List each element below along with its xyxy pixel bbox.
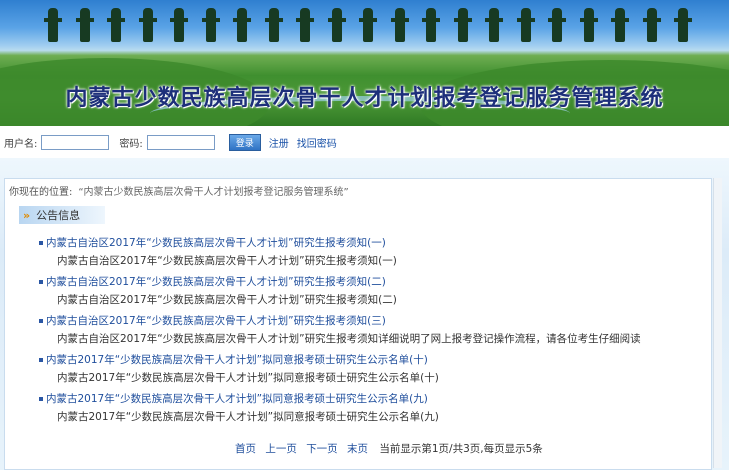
notice-summary: 内蒙古自治区2017年“少数民族高层次骨干人才计划”研究生报考须知详细说明了网上… (57, 333, 641, 345)
notice-summary: 内蒙古2017年“少数民族高层次骨干人才计划”拟同意报考硕士研究生公示名单(十) (57, 372, 439, 384)
prev-page-link[interactable]: 上一页 (265, 443, 297, 455)
list-item: 内蒙古2017年“少数民族高层次骨干人才计划”拟同意报考硕士研究生公示名单(十)… (39, 352, 699, 391)
bullet-icon (39, 318, 43, 323)
notice-summary: 内蒙古2017年“少数民族高层次骨干人才计划”拟同意报考硕士研究生公示名单(九) (57, 411, 439, 423)
first-page-link[interactable]: 首页 (235, 443, 256, 455)
site-title: 内蒙古少数民族高层次骨干人才计划报考登记服务管理系统 (65, 86, 664, 111)
mongolian-script-logo (44, 8, 692, 48)
breadcrumb: 你现在的位置: “内蒙古少数民族高层次骨干人才计划报考登记服务管理系统” (9, 183, 349, 198)
password-label: 密码: (119, 138, 143, 150)
bullet-icon (39, 357, 43, 362)
bullet-icon (39, 279, 43, 284)
list-item: 内蒙古自治区2017年“少数民族高层次骨干人才计划”研究生报考须知(一) 内蒙古… (39, 235, 699, 274)
password-input[interactable] (146, 134, 215, 150)
last-page-link[interactable]: 末页 (347, 443, 368, 455)
bullet-icon (39, 240, 43, 245)
notice-title-link[interactable]: 内蒙古自治区2017年“少数民族高层次骨干人才计划”研究生报考须知(二) (46, 274, 386, 289)
notice-heading: 公告信息 (36, 209, 81, 222)
login-bar: 用户名: 密码: 登录 注册 找回密码 (0, 126, 729, 158)
notice-title-link[interactable]: 内蒙古自治区2017年“少数民族高层次骨干人才计划”研究生报考须知(一) (46, 235, 386, 250)
breadcrumb-location: “内蒙古少数民族高层次骨干人才计划报考登记服务管理系统” (78, 187, 349, 198)
username-label: 用户名: (4, 138, 38, 150)
list-item: 内蒙古自治区2017年“少数民族高层次骨干人才计划”研究生报考须知(三) 内蒙古… (39, 313, 699, 352)
notice-title-link[interactable]: 内蒙古自治区2017年“少数民族高层次骨干人才计划”研究生报考须知(三) (46, 313, 386, 328)
login-button[interactable]: 登录 (228, 133, 261, 151)
list-item: 内蒙古自治区2017年“少数民族高层次骨干人才计划”研究生报考须知(二) 内蒙古… (39, 274, 699, 313)
notice-title-link[interactable]: 内蒙古2017年“少数民族高层次骨干人才计划”拟同意报考硕士研究生公示名单(九) (46, 391, 428, 406)
breadcrumb-label: 你现在的位置: (9, 187, 73, 198)
pagination: 首页 上一页 下一页 末页 当前显示第1页/共3页,每页显示5条 (235, 441, 543, 456)
content-area: 你现在的位置: “内蒙古少数民族高层次骨干人才计划报考登记服务管理系统” » 公告… (0, 158, 729, 470)
notice-summary: 内蒙古自治区2017年“少数民族高层次骨干人才计划”研究生报考须知(一) (57, 255, 397, 267)
next-page-link[interactable]: 下一页 (306, 443, 338, 455)
recover-password-link[interactable]: 找回密码 (297, 135, 337, 150)
notice-summary: 内蒙古自治区2017年“少数民族高层次骨干人才计划”研究生报考须知(二) (57, 294, 397, 306)
scrollbar[interactable] (713, 178, 722, 468)
notice-panel: 你现在的位置: “内蒙古少数民族高层次骨干人才计划报考登记服务管理系统” » 公告… (4, 178, 712, 470)
double-chevron-icon: » (23, 208, 31, 222)
username-input[interactable] (41, 134, 110, 150)
bullet-icon (39, 396, 43, 401)
register-link[interactable]: 注册 (269, 135, 289, 150)
notice-title-link[interactable]: 内蒙古2017年“少数民族高层次骨干人才计划”拟同意报考硕士研究生公示名单(十) (46, 352, 428, 367)
list-item: 内蒙古2017年“少数民族高层次骨干人才计划”拟同意报考硕士研究生公示名单(九)… (39, 391, 699, 430)
notice-list: 内蒙古自治区2017年“少数民族高层次骨干人才计划”研究生报考须知(一) 内蒙古… (39, 235, 699, 430)
notice-section-header: » 公告信息 (19, 206, 105, 224)
page-info: 当前显示第1页/共3页,每页显示5条 (379, 443, 543, 455)
header-banner: 内蒙古少数民族高层次骨干人才计划报考登记服务管理系统 (0, 0, 729, 126)
